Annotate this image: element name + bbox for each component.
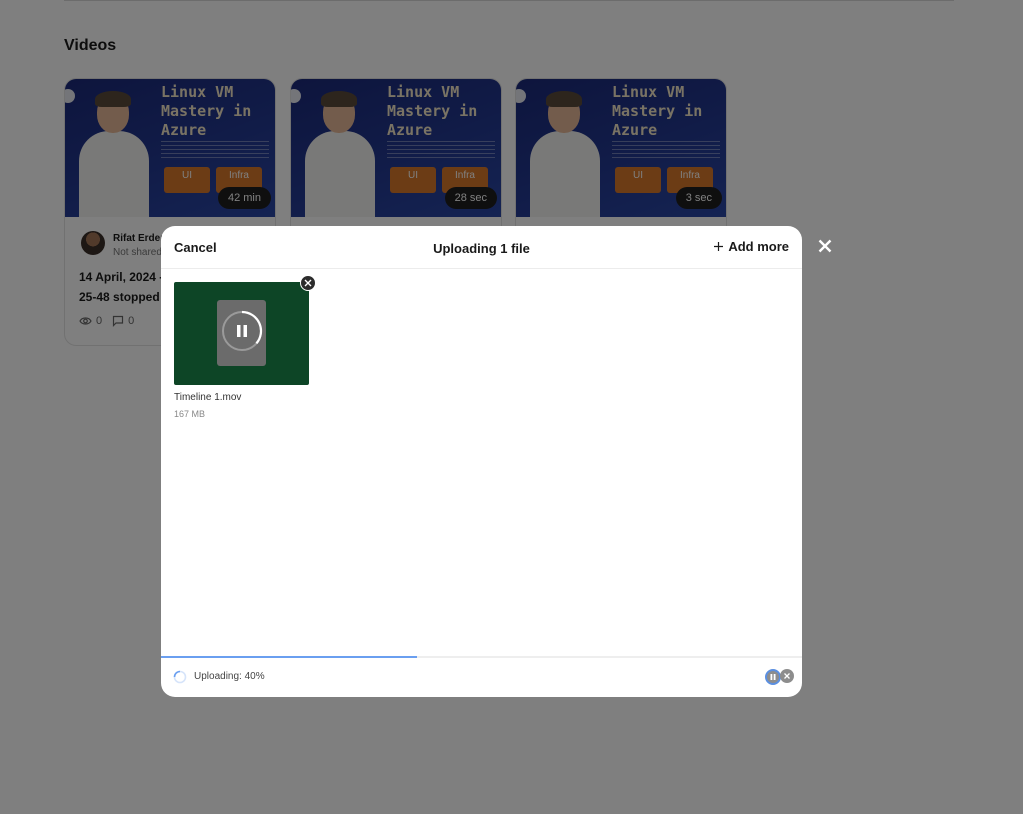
remove-file-button[interactable] bbox=[300, 275, 316, 291]
upload-progress-bar bbox=[161, 656, 802, 658]
file-name: Timeline 1.mov bbox=[174, 392, 242, 403]
upload-status: Uploading: 40% bbox=[194, 671, 265, 682]
upload-progress-fill bbox=[161, 656, 418, 658]
file-size: 167 MB bbox=[174, 409, 206, 419]
file-preview bbox=[174, 282, 309, 385]
pause-upload-button[interactable] bbox=[765, 669, 781, 685]
close-icon bbox=[304, 279, 312, 287]
pause-upload-icon[interactable] bbox=[221, 310, 263, 352]
add-more-label: Add more bbox=[728, 239, 789, 254]
modal-title: Uploading 1 file bbox=[433, 241, 530, 256]
pause-icon bbox=[770, 674, 776, 680]
close-icon bbox=[784, 673, 790, 679]
modal-header: Cancel Uploading 1 file Add more bbox=[161, 226, 802, 269]
upload-modal: Cancel Uploading 1 file Add more Timelin… bbox=[161, 226, 802, 697]
spinner-icon bbox=[173, 670, 187, 684]
close-icon bbox=[818, 239, 832, 253]
plus-icon bbox=[714, 242, 724, 251]
close-modal-button[interactable] bbox=[814, 235, 836, 257]
cancel-upload-button[interactable] bbox=[780, 669, 794, 683]
add-more-button[interactable]: Add more bbox=[713, 239, 789, 254]
